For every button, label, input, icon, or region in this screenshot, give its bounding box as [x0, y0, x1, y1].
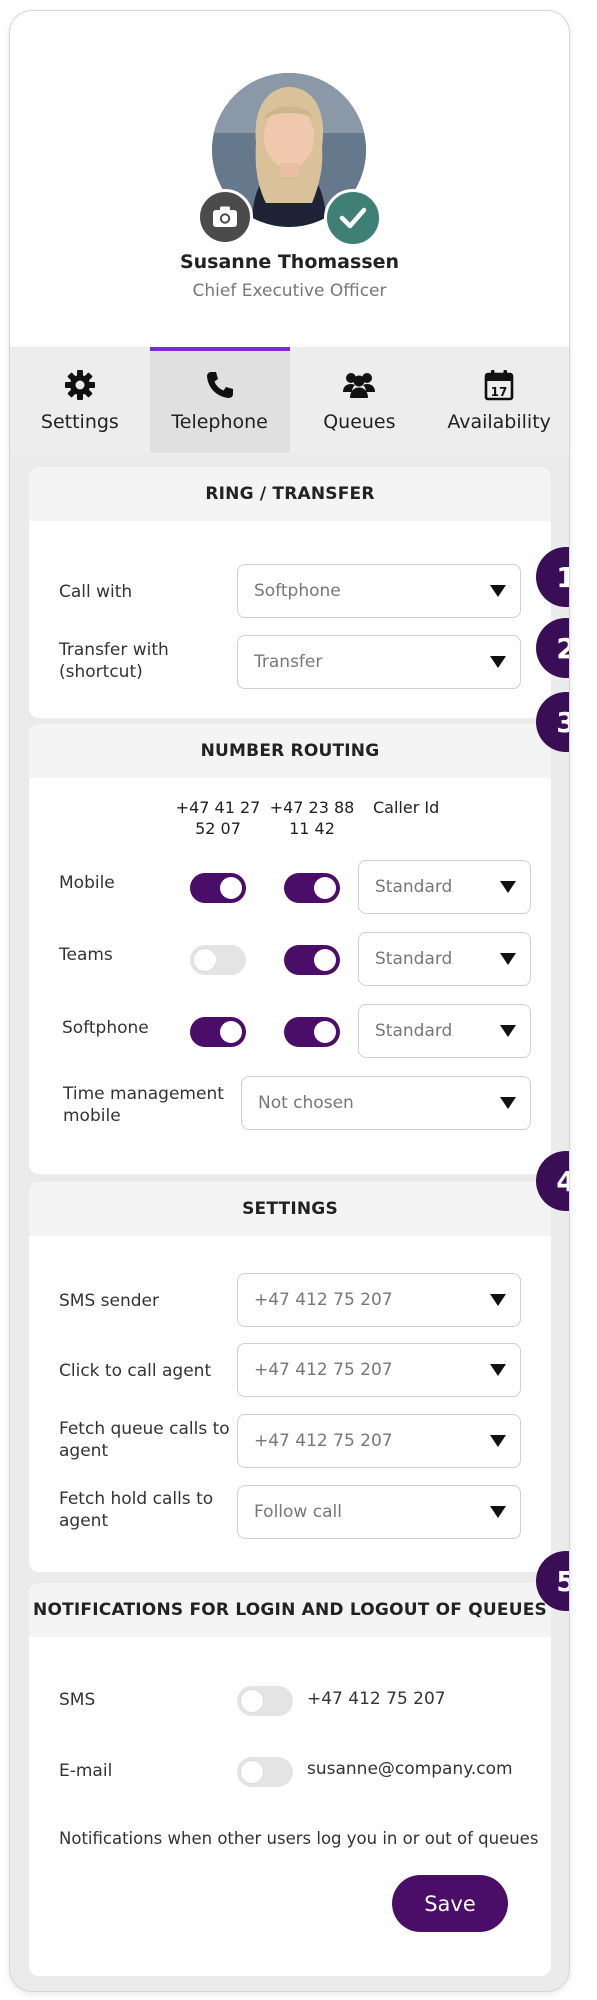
- softphone-caller-id-value: Standard: [375, 1021, 453, 1041]
- tab-settings[interactable]: Settings: [10, 347, 150, 453]
- time-management-value: Not chosen: [258, 1093, 354, 1113]
- fetch-queue-select[interactable]: +47 412 75 207: [237, 1414, 521, 1468]
- time-management-label-line2: mobile: [63, 1106, 121, 1126]
- number-column-2-line2: 11 42: [289, 819, 335, 838]
- number-column-1: +47 41 27 52 07: [175, 797, 261, 839]
- teams-number2-toggle[interactable]: [284, 945, 340, 975]
- calendar-day: 17: [491, 385, 508, 399]
- sms-notification-number: +47 412 75 207: [307, 1689, 446, 1709]
- call-with-select[interactable]: Softphone: [237, 564, 521, 618]
- tab-settings-label: Settings: [40, 411, 119, 433]
- softphone-number1-toggle[interactable]: [190, 1017, 246, 1047]
- checkmark-icon: [339, 207, 367, 229]
- fetch-hold-label-line2: agent: [59, 1511, 109, 1531]
- softphone-number2-toggle[interactable]: [284, 1017, 340, 1047]
- transfer-with-select[interactable]: Transfer: [237, 635, 521, 689]
- phone-icon: [206, 372, 233, 398]
- transfer-with-value: Transfer: [254, 652, 323, 672]
- number-column-2-line1: +47 23 88: [269, 798, 355, 817]
- caller-id-column: Caller Id: [373, 798, 440, 817]
- fetch-queue-label-line1: Fetch queue calls to: [59, 1419, 230, 1439]
- number-column-2: +47 23 88 11 42: [269, 797, 355, 839]
- time-management-label-line1: Time management: [63, 1084, 224, 1104]
- tab-availability[interactable]: 17 Availability: [429, 347, 569, 453]
- email-notification-address: susanne@company.com: [307, 1759, 513, 1779]
- settings-card: SETTINGS SMS sender +47 412 75 207 Click…: [29, 1182, 551, 1572]
- number-routing-card: NUMBER ROUTING +47 41 27 52 07 +47 23 88…: [29, 724, 551, 1174]
- settings-heading: SETTINGS: [29, 1182, 551, 1236]
- tab-queues-label: Queues: [323, 411, 396, 433]
- calendar-icon: 17: [484, 370, 514, 401]
- number-column-1-line1: +47 41 27: [175, 798, 261, 817]
- notifications-note: Notifications when other users log you i…: [59, 1829, 539, 1848]
- number-routing-heading: NUMBER ROUTING: [29, 724, 551, 778]
- chevron-down-icon: [490, 1435, 506, 1447]
- number-column-1-line2: 52 07: [195, 819, 241, 838]
- save-button[interactable]: Save: [392, 1875, 508, 1932]
- fetch-hold-label: Fetch hold calls to agent: [59, 1488, 213, 1532]
- chevron-down-icon: [500, 1097, 516, 1109]
- sms-sender-select[interactable]: +47 412 75 207: [237, 1273, 521, 1327]
- tab-telephone[interactable]: Telephone: [149, 347, 290, 453]
- sms-sender-label: SMS sender: [59, 1291, 159, 1311]
- click-to-call-value: +47 412 75 207: [254, 1360, 393, 1380]
- teams-caller-id-select[interactable]: Standard: [358, 932, 531, 986]
- chevron-down-icon: [490, 1294, 506, 1306]
- change-photo-button[interactable]: [197, 189, 253, 245]
- click-to-call-select[interactable]: +47 412 75 207: [237, 1343, 521, 1397]
- routing-row-label-mobile: Mobile: [59, 873, 115, 893]
- user-title: Chief Executive Officer: [192, 281, 387, 301]
- notifications-heading: NOTIFICATIONS FOR LOGIN AND LOGOUT OF QU…: [29, 1583, 551, 1637]
- fetch-queue-label: Fetch queue calls to agent: [59, 1418, 230, 1462]
- fetch-queue-label-line2: agent: [59, 1441, 109, 1461]
- chevron-down-icon: [500, 1025, 516, 1037]
- routing-row-label-teams: Teams: [59, 945, 113, 965]
- sms-notification-toggle[interactable]: [237, 1686, 293, 1716]
- tab-telephone-label: Telephone: [171, 411, 268, 433]
- gear-icon: [64, 370, 95, 400]
- chevron-down-icon: [490, 1364, 506, 1376]
- time-management-select[interactable]: Not chosen: [241, 1076, 531, 1130]
- transfer-with-label-line2: (shortcut): [59, 662, 143, 682]
- email-notification-toggle[interactable]: [237, 1757, 293, 1787]
- chevron-down-icon: [500, 881, 516, 893]
- mobile-number1-toggle[interactable]: [190, 873, 246, 903]
- transfer-with-label-line1: Transfer with: [59, 640, 169, 660]
- sms-sender-value: +47 412 75 207: [254, 1290, 393, 1310]
- fetch-queue-value: +47 412 75 207: [254, 1431, 393, 1451]
- ring-transfer-heading: RING / TRANSFER: [29, 467, 551, 521]
- ring-transfer-card: RING / TRANSFER Call with Softphone Tran…: [29, 467, 551, 718]
- click-to-call-label: Click to call agent: [59, 1361, 212, 1381]
- tab-availability-label: Availability: [447, 411, 551, 433]
- user-name: Susanne Thomassen: [179, 251, 400, 273]
- fetch-hold-value: Follow call: [254, 1502, 342, 1522]
- teams-caller-id-value: Standard: [375, 949, 453, 969]
- fetch-hold-label-line1: Fetch hold calls to: [59, 1489, 214, 1509]
- mobile-caller-id-value: Standard: [375, 877, 453, 897]
- teams-number1-toggle[interactable]: [190, 945, 246, 975]
- app-panel: Susanne Thomassen Chief Executive Office…: [10, 11, 569, 1991]
- call-with-value: Softphone: [254, 581, 341, 601]
- fetch-hold-select[interactable]: Follow call: [237, 1485, 521, 1539]
- chevron-down-icon: [490, 1506, 506, 1518]
- mobile-number2-toggle[interactable]: [284, 873, 340, 903]
- chevron-down-icon: [490, 656, 506, 668]
- time-management-label: Time management mobile: [63, 1083, 224, 1127]
- tab-bar: Settings Telephone Queues 17 Availabilit…: [10, 347, 569, 453]
- call-with-label: Call with: [59, 582, 133, 602]
- chevron-down-icon: [490, 585, 506, 597]
- camera-icon: [213, 206, 237, 227]
- routing-row-label-softphone: Softphone: [62, 1018, 149, 1038]
- mobile-caller-id-select[interactable]: Standard: [358, 860, 531, 914]
- softphone-caller-id-select[interactable]: Standard: [358, 1004, 531, 1058]
- sms-notification-label: SMS: [59, 1690, 96, 1710]
- profile-header: Susanne Thomassen Chief Executive Office…: [10, 11, 569, 347]
- chevron-down-icon: [500, 953, 516, 965]
- email-notification-label: E-mail: [59, 1761, 113, 1781]
- status-available-button[interactable]: [324, 189, 382, 247]
- transfer-with-label: Transfer with (shortcut): [59, 639, 169, 683]
- people-icon: [343, 373, 376, 398]
- tab-queues[interactable]: Queues: [290, 347, 430, 453]
